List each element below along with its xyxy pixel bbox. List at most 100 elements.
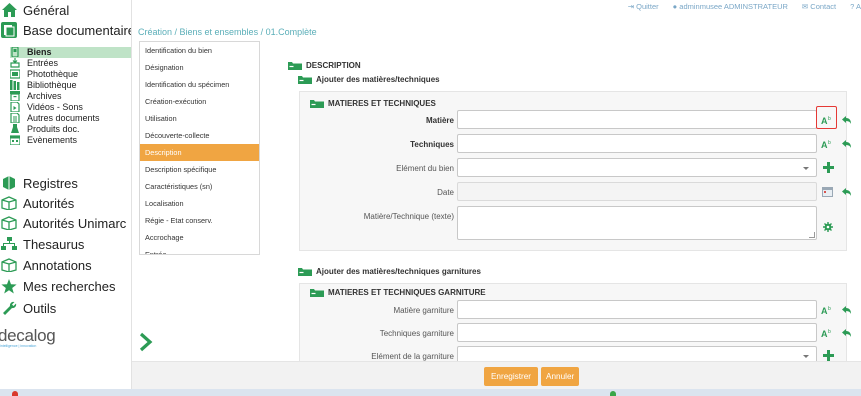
sitemap-icon — [0, 235, 18, 253]
section-menu-item[interactable]: Localisation — [140, 195, 259, 212]
text-format-icon[interactable]: Ab — [821, 138, 833, 150]
nav-sub-item-label: Produits doc. — [27, 123, 80, 134]
nav-sub-item[interactable]: Biens — [10, 47, 131, 58]
chevron-down-icon — [803, 355, 809, 358]
document-icon — [10, 112, 20, 123]
undo-arrow-icon[interactable] — [841, 114, 853, 126]
nav-general[interactable]: Général — [0, 0, 69, 20]
section-menu-item[interactable]: Identification du spécimen — [140, 76, 259, 93]
nav-thesaurus[interactable]: Thesaurus — [0, 234, 84, 254]
nav-autorites-label: Autorités — [23, 195, 75, 211]
nav-sub-item[interactable]: Entrées — [10, 58, 131, 69]
matiere-garniture-field[interactable] — [457, 300, 817, 319]
video-icon — [10, 101, 20, 112]
nav-base-documentaire[interactable]: Base documentaire — [0, 20, 132, 40]
save-button[interactable]: Enregistrer — [484, 367, 538, 386]
svg-text:b: b — [828, 329, 831, 335]
nav-sub-item-label: Archives — [27, 91, 62, 101]
text-format-icon[interactable]: Ab — [821, 114, 833, 126]
svg-text:A: A — [821, 329, 828, 338]
undo-arrow-icon[interactable] — [841, 304, 853, 316]
date-field[interactable] — [457, 182, 817, 201]
resize-handle-icon[interactable] — [809, 232, 815, 238]
nav-mes-recherches-label: Mes recherches — [23, 278, 116, 294]
chevron-down-icon — [803, 167, 809, 170]
nav-outils-label: Outils — [23, 300, 57, 316]
folder-toggle-icon — [310, 288, 324, 297]
section-menu-item[interactable]: Accrochage — [140, 229, 259, 246]
user-menu[interactable]: ● adminmusee ADMINSTRATEUR — [673, 2, 788, 11]
svg-text:A: A — [821, 116, 828, 125]
section-menu-item[interactable]: Identification du bien — [140, 42, 259, 59]
materials-group-label: MATIERES ET TECHNIQUES — [328, 99, 436, 108]
nav-autorites-unimarc[interactable]: Autorités Unimarc — [0, 213, 126, 233]
section-menu-item[interactable]: Désignation — [140, 59, 259, 76]
sign-out-icon: ⇥ — [627, 1, 637, 11]
section-menu-item[interactable]: Découverte-collecte — [140, 127, 259, 144]
section-menu-item[interactable]: Description spécifique — [140, 161, 259, 178]
matiere-field[interactable] — [457, 110, 817, 129]
section-menu-item[interactable]: Régie - Etat conserv. — [140, 212, 259, 229]
techniques-label: Techniques — [410, 140, 454, 149]
nav-autorites[interactable]: Autorités — [0, 193, 74, 213]
decalog-logo: decalog — [0, 326, 56, 345]
element-du-bien-select[interactable] — [457, 158, 817, 177]
contact-link[interactable]: ✉ Contact — [802, 2, 836, 11]
undo-arrow-icon[interactable] — [841, 186, 853, 198]
plus-icon[interactable] — [822, 161, 834, 173]
nav-sub-item[interactable]: Produits doc. — [10, 123, 131, 134]
box-icon — [0, 194, 18, 212]
section-menu-item[interactable]: Caractéristiques (sn) — [140, 178, 259, 195]
gear-icon[interactable] — [822, 221, 834, 233]
undo-arrow-icon[interactable] — [841, 327, 853, 339]
nav-sub-item[interactable]: Bibliothèque — [10, 80, 131, 91]
nav-sub-item[interactable]: Vidéos - Sons — [10, 101, 131, 112]
nav-annotations[interactable]: Annotations — [0, 255, 92, 275]
quit-link[interactable]: ⇥ Quitter — [628, 2, 659, 11]
undo-arrow-icon[interactable] — [841, 138, 853, 150]
text-format-icon[interactable]: Ab — [821, 304, 833, 316]
nav-registres[interactable]: Registres — [0, 173, 78, 193]
trimmings-group-header[interactable]: MATIERES ET TECHNIQUES GARNITURE — [310, 288, 486, 297]
svg-text:b: b — [828, 306, 831, 312]
techniques-field[interactable] — [457, 134, 817, 153]
taskbar-app-icon[interactable] — [610, 391, 616, 396]
chevron-right-icon[interactable] — [138, 332, 154, 352]
plus-icon[interactable] — [822, 349, 834, 361]
add-materials-header[interactable]: Ajouter des matières/techniques — [298, 75, 440, 84]
materials-group-header[interactable]: MATIERES ET TECHNIQUES — [310, 99, 436, 108]
nav-base-documentaire-label: Base documentaire — [23, 22, 132, 38]
nav-sub-item[interactable]: Archives — [10, 91, 131, 102]
cancel-button[interactable]: Annuler — [541, 367, 579, 386]
registres-icon — [0, 174, 18, 192]
svg-text:b: b — [828, 140, 831, 146]
help-link[interactable]: ? A — [850, 2, 861, 11]
calendar-icon[interactable] — [821, 185, 833, 197]
nav-annotations-label: Annotations — [23, 257, 92, 273]
techniques-garniture-field[interactable] — [457, 323, 817, 342]
date-label: Date — [437, 188, 454, 197]
section-menu-item[interactable]: Description — [140, 144, 259, 161]
section-menu-item[interactable]: Création-exécution — [140, 93, 259, 110]
nav-outils[interactable]: Outils — [0, 298, 56, 318]
add-trimmings-header[interactable]: Ajouter des matières/techniques garnitur… — [298, 267, 481, 276]
user-label: adminmusee ADMINSTRATEUR — [679, 1, 788, 11]
nav-sub-item[interactable]: Evènements — [10, 134, 131, 145]
product-icon — [10, 123, 20, 134]
nav-sub-item-label: Autres documents — [27, 112, 100, 123]
nav-general-label: Général — [23, 2, 70, 18]
element-garniture-select[interactable] — [457, 346, 817, 361]
section-menu-item[interactable]: Utilisation — [140, 110, 259, 127]
techniques-garniture-label: Techniques garniture — [379, 329, 454, 338]
nav-sub-item[interactable]: Autres documents — [10, 112, 131, 123]
nav-sub-item[interactable]: Photothèque — [10, 69, 131, 80]
text-format-icon[interactable]: Ab — [821, 327, 833, 339]
nav-mes-recherches[interactable]: Mes recherches — [0, 276, 115, 296]
matiere-label: Matière — [425, 116, 454, 125]
top-bar: ⇥ Quitter ● adminmusee ADMINSTRATEUR ✉ C… — [450, 0, 861, 12]
taskbar-app-icon[interactable] — [12, 391, 18, 396]
description-header[interactable]: DESCRIPTION — [288, 61, 361, 70]
matiere-technique-texte-textarea[interactable] — [457, 206, 817, 240]
svg-text:A: A — [821, 306, 828, 315]
section-menu-item[interactable]: Entrée — [140, 246, 259, 254]
